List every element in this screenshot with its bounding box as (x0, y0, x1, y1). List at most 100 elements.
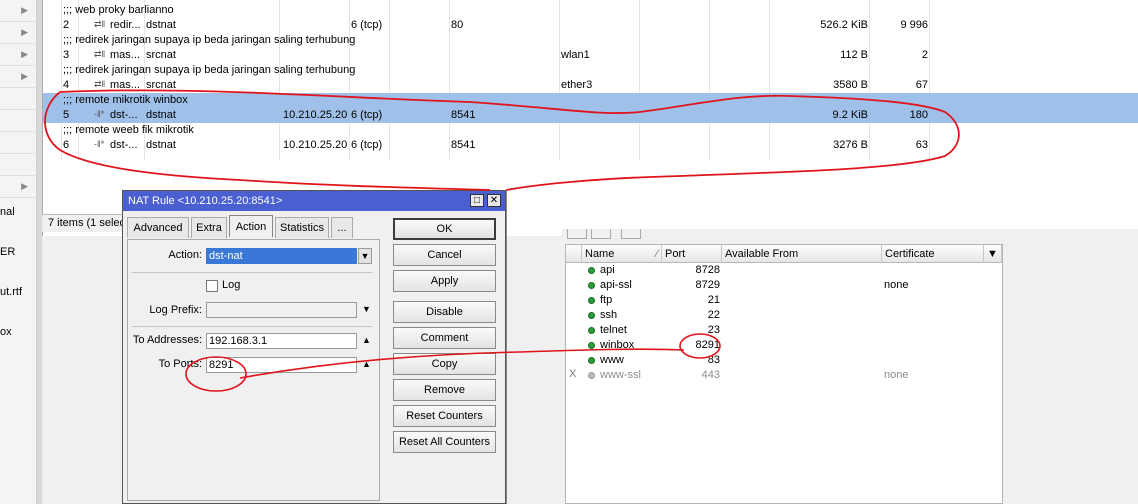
copy-button[interactable]: Copy (393, 353, 496, 375)
to-ports-label: To Ports: (158, 358, 202, 370)
maximize-icon[interactable]: □ (470, 194, 484, 207)
header-label: Port (665, 248, 686, 260)
service-name: api-ssl (600, 279, 632, 291)
rule-number: 2 (63, 19, 70, 31)
log-prefix-field[interactable] (206, 302, 357, 318)
tab-action[interactable]: Action (229, 215, 273, 237)
toolbar-button[interactable] (591, 229, 611, 239)
enabled-dot-icon (588, 357, 595, 364)
service-port: 83 (707, 354, 720, 366)
reset-counters-button[interactable]: Reset Counters (393, 405, 496, 427)
rule-packets: 63 (915, 139, 928, 151)
log-checkbox[interactable] (206, 280, 218, 292)
chevron-down-icon[interactable]: ▼ (358, 248, 372, 264)
column-header-certificate[interactable]: Certificate (882, 245, 984, 263)
services-toolbar (563, 229, 653, 241)
action-select[interactable]: dst-nat (206, 248, 357, 264)
table-row[interactable]: ftp 21 (566, 293, 1002, 308)
toolbar-button[interactable] (621, 229, 641, 239)
table-row-selected[interactable]: 5 -‖* dst-... dstnat 10.210.25.20 6 (tcp… (43, 108, 1138, 123)
table-row[interactable]: www 83 (566, 353, 1002, 368)
comment-button[interactable]: Comment (393, 327, 496, 349)
rule-dst-port: 80 (451, 19, 464, 31)
action-label: Action: (168, 249, 202, 261)
service-name: winbox (600, 339, 635, 351)
expand-arrow-icon[interactable]: ▶ (21, 49, 28, 60)
expand-arrow-icon[interactable]: ▶ (21, 5, 28, 16)
reset-all-counters-button[interactable]: Reset All Counters (393, 431, 496, 453)
service-port: 23 (707, 324, 720, 336)
rule-dst-port: 8541 (451, 139, 476, 151)
table-row-disabled[interactable]: Xwww-ssl 443 none (566, 368, 1002, 383)
table-row[interactable]: api-ssl 8729 none (566, 278, 1002, 293)
rule-number: 5 (63, 109, 70, 121)
disable-button[interactable]: Disable (393, 301, 496, 323)
service-name: www-ssl (600, 369, 641, 381)
sidebar-label: ER (0, 246, 16, 258)
service-port: 22 (707, 309, 720, 321)
rule-dst-port: 8541 (451, 109, 476, 121)
expand-arrow-icon[interactable]: ▶ (21, 27, 28, 38)
column-header-name[interactable]: Name ⁄ (582, 245, 662, 263)
column-header-port[interactable]: Port (662, 245, 722, 263)
apply-button[interactable]: Apply (393, 270, 496, 292)
column-header[interactable] (566, 245, 582, 263)
rule-bytes: 3580 B (833, 79, 868, 91)
toolbar-button[interactable] (567, 229, 587, 239)
rule-number: 3 (63, 49, 70, 61)
table-row[interactable]: 4 ⇄‖ mas... srcnat ether3 3580 B 67 (43, 78, 1138, 93)
tab-advanced[interactable]: Advanced (127, 217, 189, 238)
table-row[interactable]: ssh 22 (566, 308, 1002, 323)
table-comment-row[interactable]: ;;; remote weeb fik mikrotik (43, 123, 1138, 138)
rule-packets: 67 (915, 79, 928, 91)
table-row[interactable]: api 8728 (566, 263, 1002, 278)
ok-button[interactable]: OK (393, 218, 496, 240)
service-name: ftp (600, 294, 613, 306)
rule-chain: dstnat (146, 19, 176, 31)
table-comment-row[interactable]: ;;; redirek jaringan supaya ip beda jari… (43, 33, 1138, 48)
table-row[interactable]: 3 ⇄‖ mas... srcnat wlan1 112 B 2 (43, 48, 1138, 63)
service-port: 8291 (695, 339, 720, 351)
rule-dst-address: 10.210.25.20 (283, 139, 348, 151)
dst-nat-icon: -‖* (94, 139, 105, 149)
masquerade-icon: ⇄‖ (94, 79, 106, 89)
rule-comment: ;;; redirek jaringan supaya ip beda jari… (63, 64, 356, 76)
table-comment-row[interactable]: ;;; redirek jaringan supaya ip beda jari… (43, 63, 1138, 78)
to-addresses-field[interactable]: 192.168.3.1 (206, 333, 357, 349)
chevron-up-icon[interactable]: ▲ (362, 335, 371, 345)
rule-chain: srcnat (146, 49, 176, 61)
chevron-up-icon[interactable]: ▲ (362, 359, 371, 369)
column-header-available-from[interactable]: Available From (722, 245, 882, 263)
table-row[interactable]: 6 -‖* dst-... dstnat 10.210.25.20 6 (tcp… (43, 138, 1138, 153)
redirect-icon: ⇄‖ (94, 19, 106, 29)
rule-packets: 2 (921, 49, 928, 61)
masquerade-icon: ⇄‖ (94, 49, 106, 59)
rule-comment: ;;; remote weeb fik mikrotik (63, 124, 194, 136)
table-row[interactable]: telnet 23 (566, 323, 1002, 338)
rule-out-interface: wlan1 (561, 49, 590, 61)
log-label: Log (222, 279, 241, 291)
tab-extra[interactable]: Extra (191, 217, 227, 238)
table-comment-row[interactable]: ;;; web proky barlianno (43, 3, 1138, 18)
table-row[interactable]: 2 ⇄‖ redir... dstnat 6 (tcp) 80 526.2 Ki… (43, 18, 1138, 33)
close-icon[interactable]: ✕ (487, 194, 501, 207)
rule-packets: 180 (909, 109, 928, 121)
tab-more[interactable]: ... (331, 217, 353, 238)
to-ports-field[interactable]: 8291 (206, 357, 357, 373)
tab-statistics[interactable]: Statistics (275, 217, 329, 238)
header-label: Name (585, 248, 615, 260)
remove-button[interactable]: Remove (393, 379, 496, 401)
column-menu-button[interactable]: ▼ (984, 245, 1002, 263)
cancel-button[interactable]: Cancel (393, 244, 496, 266)
table-comment-row-selected[interactable]: ;;; remote mikrotik winbox (43, 93, 1138, 108)
expand-arrow-icon[interactable]: ▶ (21, 181, 28, 192)
rule-bytes: 3276 B (833, 139, 868, 151)
rule-protocol: 6 (tcp) (351, 19, 383, 31)
expand-arrow-icon[interactable]: ▶ (21, 71, 28, 82)
service-port: 8728 (695, 264, 720, 276)
dialog-titlebar[interactable]: NAT Rule <10.210.25.20:8541> □ ✕ (123, 191, 505, 211)
log-prefix-label: Log Prefix: (149, 304, 202, 316)
table-row[interactable]: winbox 8291 (566, 338, 1002, 353)
enabled-dot-icon (588, 327, 595, 334)
chevron-down-icon[interactable]: ▼ (362, 304, 371, 314)
